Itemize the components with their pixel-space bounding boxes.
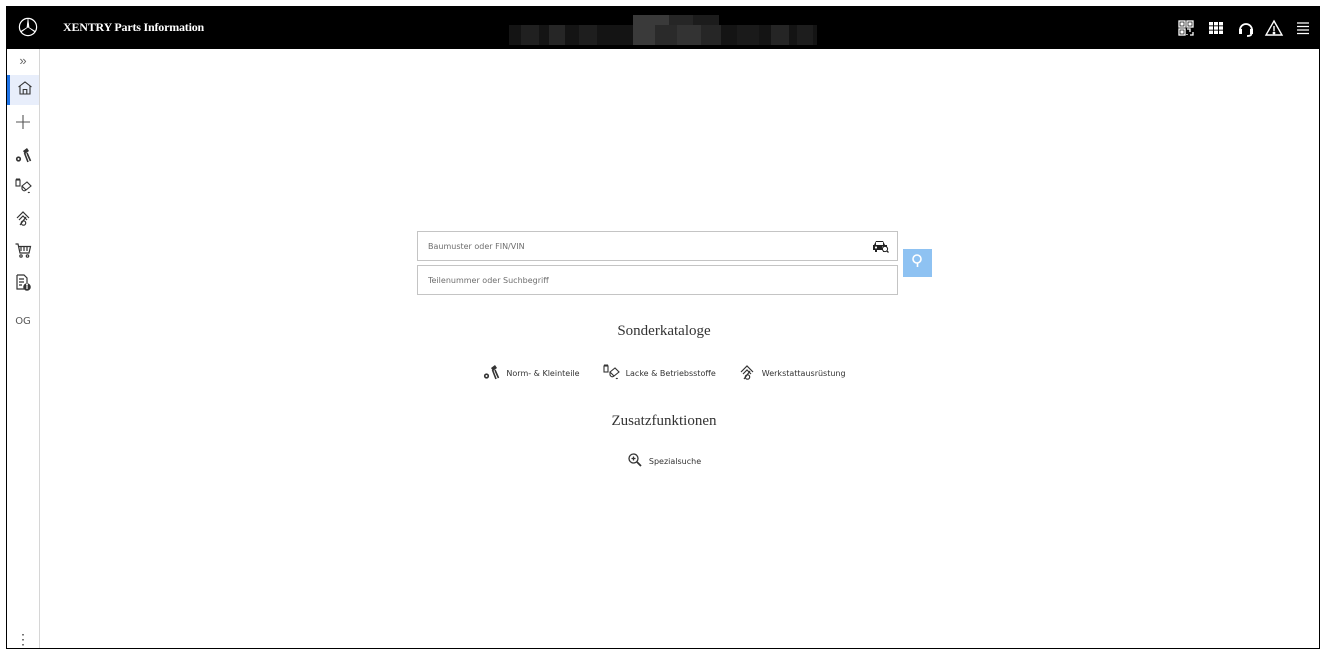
- sidebar-item-home[interactable]: [7, 75, 39, 105]
- sidebar-item-document-info[interactable]: [7, 269, 39, 299]
- apps-grid-icon[interactable]: [1206, 18, 1226, 38]
- qr-scan-icon[interactable]: [1176, 18, 1196, 38]
- menu-icon[interactable]: [1293, 18, 1313, 38]
- norm-kleinteile-link[interactable]: Norm- & Kleinteile: [482, 363, 580, 383]
- warning-icon[interactable]: [1264, 18, 1284, 38]
- norm-kleinteile-label: Norm- & Kleinteile: [506, 368, 580, 378]
- home-icon: [16, 79, 34, 102]
- document-info-icon: [14, 273, 32, 296]
- sonderkataloge-links: Norm- & Kleinteile Lacke & Betriebsstoff…: [7, 363, 1319, 383]
- top-bar: XENTRY Parts Information: [7, 7, 1319, 49]
- part-search-box: [417, 265, 898, 295]
- plus-icon: [14, 113, 32, 136]
- search-button[interactable]: [903, 249, 932, 277]
- werkstattausruestung-label: Werkstattausrüstung: [761, 368, 846, 378]
- paint-fluids-icon: [14, 177, 32, 200]
- sidebar: » OG ⋮: [7, 49, 40, 648]
- special-search-icon: [627, 452, 643, 470]
- spezialsuche-link[interactable]: Spezialsuche: [627, 452, 701, 470]
- vin-search-box: [417, 231, 898, 261]
- redacted-area: [509, 15, 817, 45]
- sidebar-item-add[interactable]: [7, 109, 39, 139]
- lacke-betriebsstoffe-link[interactable]: Lacke & Betriebsstoffe: [602, 363, 716, 383]
- norm-parts-icon: [14, 146, 32, 169]
- headset-support-icon[interactable]: [1236, 18, 1256, 38]
- app-window: XENTRY Parts Information » OG ⋮ Baumuste…: [6, 6, 1320, 649]
- zusatzfunktionen-heading: Zusatzfunktionen: [611, 413, 717, 429]
- sidebar-item-cart[interactable]: [7, 237, 39, 267]
- vin-search-input[interactable]: [418, 232, 878, 260]
- paint-fluids-icon: [602, 363, 620, 383]
- sidebar-item-norm-parts[interactable]: [7, 142, 39, 172]
- search-icon: [910, 253, 926, 274]
- sidebar-item-workshop-equipment[interactable]: [7, 205, 39, 235]
- sidebar-more-button[interactable]: ⋮: [7, 629, 39, 648]
- werkstattausruestung-link[interactable]: Werkstattausrüstung: [738, 363, 846, 383]
- lacke-betriebsstoffe-label: Lacke & Betriebsstoffe: [625, 368, 716, 378]
- sonderkataloge-heading: Sonderkataloge: [617, 323, 711, 339]
- workshop-equipment-icon: [14, 209, 32, 232]
- car-search-icon[interactable]: [871, 239, 889, 258]
- cart-icon: [14, 241, 32, 264]
- part-search-input[interactable]: [418, 266, 878, 294]
- sidebar-expand-button[interactable]: »: [7, 49, 39, 71]
- workshop-equipment-icon: [738, 363, 756, 383]
- sidebar-item-paint-fluids[interactable]: [7, 173, 39, 203]
- app-title: XENTRY Parts Information: [63, 20, 204, 34]
- norm-parts-icon: [482, 363, 500, 383]
- spezialsuche-label: Spezialsuche: [648, 456, 702, 466]
- mercedes-star-icon[interactable]: [18, 17, 38, 37]
- zusatzfunktionen-links: Spezialsuche: [7, 452, 1319, 470]
